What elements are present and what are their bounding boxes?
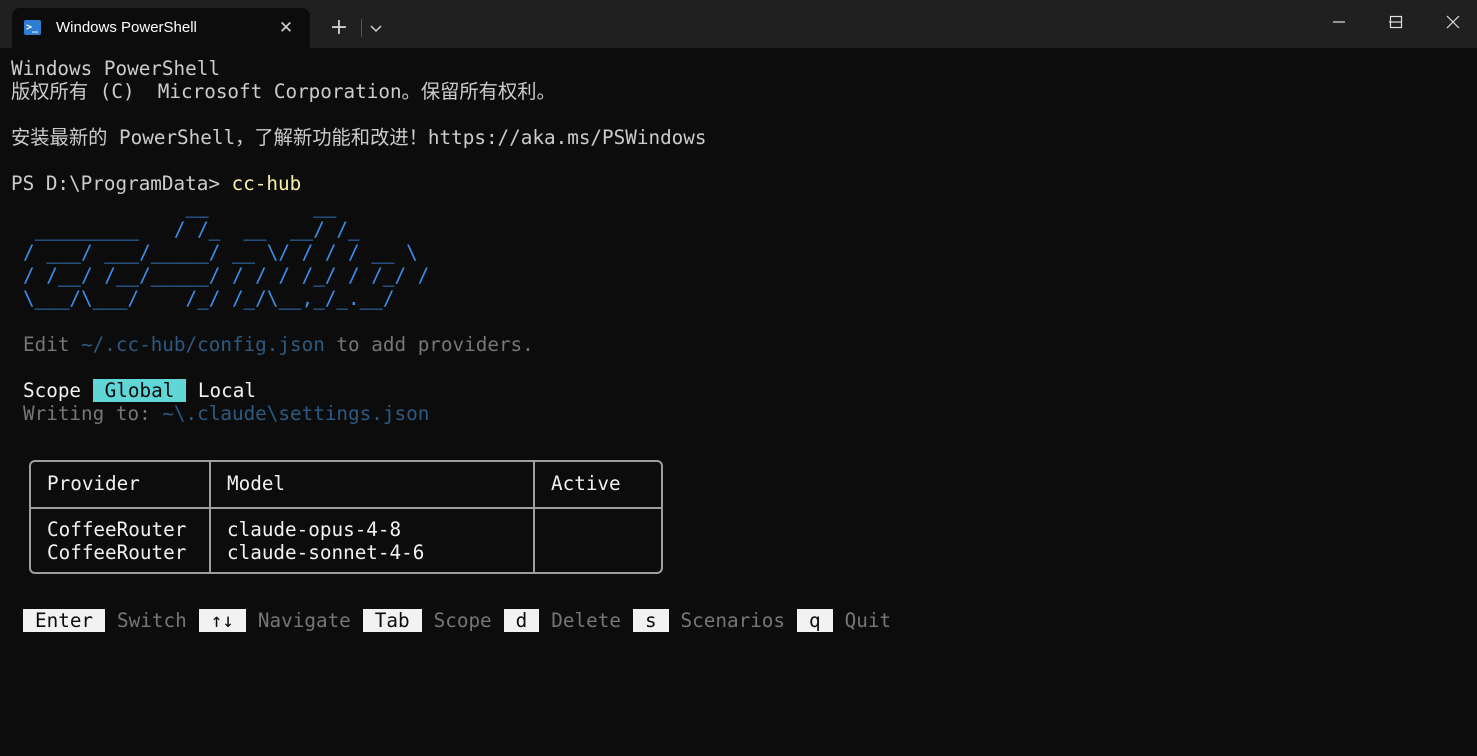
window-close-icon[interactable] — [1425, 0, 1477, 46]
powershell-icon: >_ — [24, 20, 41, 35]
close-icon[interactable]: ✕ — [274, 16, 298, 40]
logo-line: __ __ — [23, 195, 337, 218]
tab-windows-powershell[interactable]: >_ Windows PowerShell ✕ — [12, 8, 310, 48]
key-enter: Enter — [23, 609, 106, 632]
writing-to-line: Writing to: ~\.claude\settings.json — [23, 402, 430, 425]
minimize-icon[interactable] — [1309, 0, 1367, 46]
logo-line: / ___/ ___/_____/ __ \/ / / / __ \ — [23, 241, 418, 264]
row-provider-selected[interactable]: CoffeeRouter — [47, 518, 186, 541]
cc-hub-logo: __ __ _________ / /_ __ __/ /_ / ___/ __… — [11, 195, 1477, 310]
tab-divider — [361, 19, 362, 37]
scope-label: Scope — [23, 379, 93, 402]
logo-line: \___/\___/ /_/ /_/\__,_/_.__/ — [23, 287, 395, 310]
row-model-selected[interactable]: claude-opus-4-8 — [227, 518, 401, 541]
key-tab: Tab — [362, 609, 422, 632]
row-model[interactable]: claude-sonnet-4-6 — [227, 541, 424, 564]
column-header-model: Model — [227, 472, 286, 495]
scope-local-option[interactable]: Local — [186, 379, 256, 402]
maximize-icon[interactable] — [1367, 0, 1425, 46]
logo-line: / /__/ /__/_____/ / / / /_/ / /_/ / — [23, 264, 430, 287]
key-desc-scenarios: Scenarios — [680, 609, 786, 632]
scope-global-option[interactable]: Global — [92, 379, 187, 402]
key-d: d — [503, 609, 540, 632]
config-path: ~/.cc-hub/config.json — [81, 333, 325, 356]
terminal-output[interactable]: Windows PowerShell 版权所有 (C) Microsoft Co… — [11, 57, 1477, 756]
key-q: q — [797, 609, 833, 632]
key-desc-navigate: Navigate — [257, 609, 351, 632]
key-desc-switch: Switch — [117, 609, 187, 632]
command: cc-hub — [231, 172, 302, 195]
key-desc-scope: Scope — [433, 609, 492, 632]
keybinding-bar: Enter Switch ↑↓ Navigate Tab Scope d Delete s Sce… — [23, 609, 903, 632]
key-desc-quit: Quit — [844, 609, 892, 632]
install-hint-line: 安装最新的 PowerShell，了解新功能和改进！https://aka.ms… — [11, 126, 707, 149]
settings-path: ~\.claude\settings.json — [162, 402, 430, 425]
key-desc-delete: Delete — [551, 609, 621, 632]
tab-title: Windows PowerShell — [56, 19, 197, 36]
logo-line: _________ / /_ __ __/ /_ — [23, 218, 360, 241]
key-s: s — [632, 609, 669, 632]
scope-selector: Scope Global Local — [11, 379, 1477, 402]
row-provider[interactable]: CoffeeRouter — [47, 541, 186, 564]
prompt-line: PS D:\ProgramData> cc-hub — [11, 172, 1477, 195]
banner-line: Windows PowerShell — [11, 57, 220, 80]
key-arrows: ↑↓ — [198, 609, 246, 632]
prompt: PS D:\ProgramData> — [11, 172, 232, 195]
title-bar: >_ Windows PowerShell ✕ + — [0, 0, 1477, 48]
copyright-line: 版权所有 (C) Microsoft Corporation。保留所有权利。 — [11, 80, 556, 103]
plus-icon[interactable]: + — [326, 14, 352, 42]
chevron-down-icon[interactable] — [364, 16, 388, 40]
config-hint: Edit ~/.cc-hub/config.json to add provid… — [23, 333, 534, 356]
providers-table: Provider Model Active CoffeeRouter claud… — [29, 460, 663, 574]
column-header-provider: Provider — [47, 472, 140, 495]
column-header-active: Active — [551, 472, 621, 495]
